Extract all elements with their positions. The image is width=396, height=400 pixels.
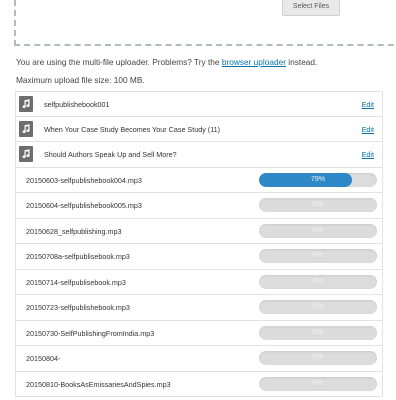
uploader-info-text: You are using the multi-file uploader. P… — [16, 57, 220, 67]
upload-item: 20150810-BooksAsEmissariesAndSpies.mp3 0% — [15, 371, 383, 397]
uploader-info-suffix: instead. — [288, 57, 318, 67]
upload-item: 20150628_selfpublishing.mp3 0% — [15, 218, 383, 244]
upload-progress-bar: 0% — [259, 249, 377, 263]
media-item-title: When Your Case Study Becomes Your Case S… — [44, 124, 221, 134]
upload-progress-percent: 0% — [312, 379, 324, 387]
upload-item: 20150714-selfpublisebook.mp3 0% — [15, 269, 383, 295]
media-item-title: Should Authors Speak Up and Sell More? — [44, 150, 177, 159]
media-item: selfpublishebook001 Edit — [15, 91, 383, 117]
drag-drop-area[interactable]: Select Files — [14, 0, 396, 46]
media-item: Should Authors Speak Up and Sell More? Ed… — [15, 142, 383, 168]
upload-item: 20150604-selfpublishebook005.mp3 0% — [15, 193, 383, 219]
upload-progress-percent: 79% — [310, 175, 325, 183]
upload-item: 20150723-selfpublishebook.mp3 0% — [15, 295, 383, 321]
upload-progress-percent: 0% — [312, 226, 324, 234]
edit-link[interactable]: Edit — [362, 150, 374, 159]
upload-filename: 20150628_selfpublishing.mp3 — [26, 226, 122, 236]
upload-filename: 20150810-BooksAsEmissariesAndSpies.mp3 — [26, 379, 171, 389]
upload-filename: 20150723-selfpublishebook.mp3 — [26, 303, 130, 312]
upload-filename: 20150714-selfpublisebook.mp3 — [26, 277, 126, 287]
upload-filename: 20150730-SelfPublishingFromIndia.mp3 — [26, 328, 155, 338]
max-upload-size: Maximum upload file size: 100 MB. — [16, 75, 145, 85]
upload-progress-percent: 0% — [312, 201, 324, 208]
edit-link[interactable]: Edit — [362, 100, 374, 109]
edit-link[interactable]: Edit — [362, 125, 374, 134]
media-item: When Your Case Study Becomes Your Case S… — [15, 116, 383, 142]
upload-item: 20150603-selfpublishebook004.mp3 79% — [15, 167, 383, 193]
uploader-info: You are using the multi-file uploader. P… — [16, 57, 317, 67]
upload-progress-percent: 0% — [312, 277, 324, 285]
upload-progress-bar: 0% — [259, 223, 377, 238]
upload-progress-bar: 0% — [259, 325, 377, 340]
upload-progress-percent: 0% — [312, 328, 324, 336]
upload-progress-bar: 0% — [259, 376, 377, 391]
audio-file-icon — [19, 120, 33, 137]
upload-filename: 20150603-selfpublishebook004.mp3 — [26, 175, 142, 185]
media-items-list: selfpublishebook001 Edit When Your Case St… — [15, 91, 383, 397]
browser-uploader-link[interactable]: browser uploader — [222, 57, 286, 67]
upload-filename: 20150604-selfpublishebook005.mp3 — [26, 201, 142, 210]
upload-item: 20150708a-selfpublisebook.mp3 0% — [15, 244, 383, 270]
upload-progress-percent: 0% — [312, 252, 324, 259]
upload-filename: 20150708a-selfpublisebook.mp3 — [26, 252, 130, 261]
upload-progress-bar: 79% — [259, 172, 377, 187]
upload-progress-bar: 0% — [259, 274, 377, 289]
upload-progress-bar: 0% — [259, 198, 377, 212]
select-files-button[interactable]: Select Files — [282, 0, 340, 16]
audio-file-icon — [19, 146, 33, 162]
upload-progress-bar: 0% — [259, 351, 377, 365]
upload-filename: 20150804- — [26, 354, 61, 363]
upload-item: 20150730-SelfPublishingFromIndia.mp3 0% — [15, 320, 383, 346]
upload-item: 20150804- 0% — [15, 346, 383, 372]
upload-progress-bar: 0% — [259, 300, 377, 314]
media-item-title: selfpublishebook001 — [44, 100, 110, 109]
audio-file-icon — [19, 96, 33, 112]
upload-progress-percent: 0% — [312, 354, 324, 361]
upload-progress-percent: 0% — [312, 303, 324, 310]
